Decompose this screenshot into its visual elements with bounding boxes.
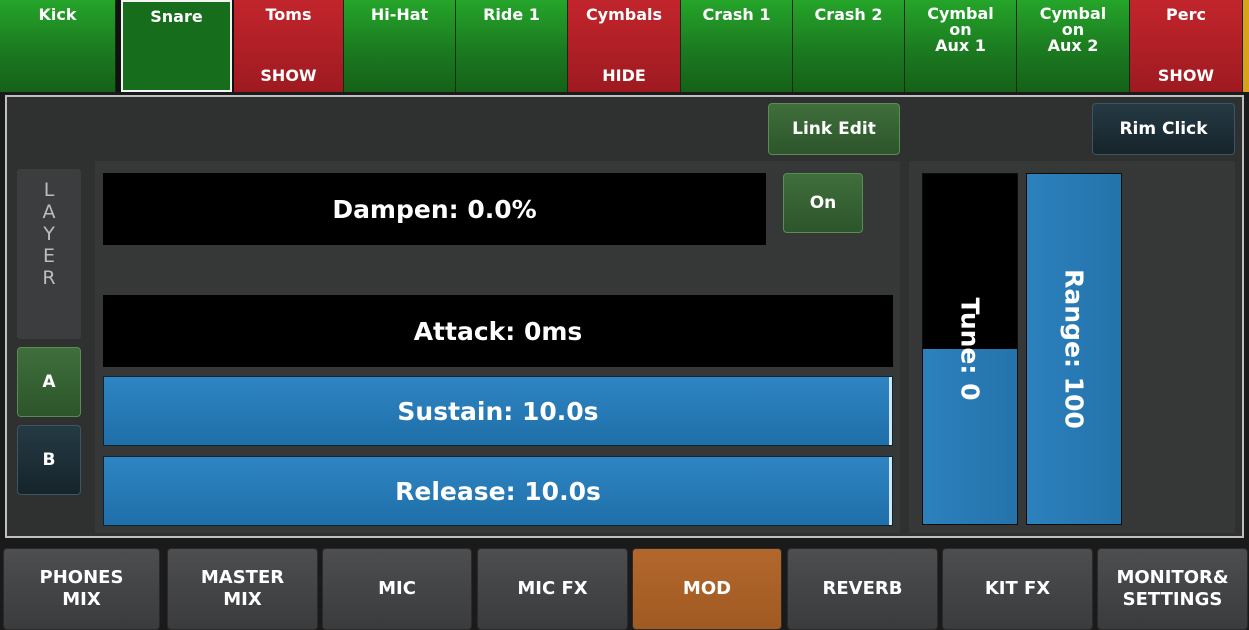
nav-label-line: MONITOR& (1116, 567, 1229, 588)
tab-edge-accent (1243, 0, 1249, 92)
sustain-value: Sustain: 10.0s (397, 396, 599, 426)
mod-editor-panel: Link Edit Rim Click L A Y E R A B Dampen… (5, 95, 1244, 538)
nav-label-line: MIC (378, 578, 416, 599)
tab-label: Hi-Hat (370, 5, 429, 24)
nav-label-line: PHONES (39, 567, 124, 588)
tab-status: SHOW (260, 66, 317, 85)
pitch-params: Tune: 0 Range: 100 (909, 161, 1235, 533)
nav-kit-fx[interactable]: KIT FX (942, 548, 1093, 630)
release-fader[interactable]: Release: 10.0s (103, 456, 893, 526)
nav-label-line: REVERB (822, 578, 903, 599)
tab-cymbal-aux-1[interactable]: Cymbal on Aux 1 (905, 0, 1017, 92)
attack-value: Attack: 0ms (413, 316, 583, 346)
layer-label: L A Y E R (17, 169, 81, 339)
layer-letter: L (43, 179, 55, 201)
tab-label: Crash 1 (702, 5, 771, 24)
tab-status: SHOW (1157, 66, 1215, 85)
tab-label: Kick (38, 5, 77, 24)
tab-crash-2[interactable]: Crash 2 (793, 0, 905, 92)
tab-crash-1[interactable]: Crash 1 (681, 0, 793, 92)
tab-perc[interactable]: Perc SHOW (1130, 0, 1243, 92)
link-edit-button[interactable]: Link Edit (768, 103, 900, 155)
tab-label: Ride 1 (483, 5, 540, 24)
layer-a-button[interactable]: A (17, 347, 81, 417)
layer-letter: R (42, 267, 56, 289)
nav-phones-mix[interactable]: PHONES MIX (3, 548, 160, 630)
nav-label-line: SETTINGS (1122, 589, 1223, 610)
tune-fader[interactable]: Tune: 0 (922, 173, 1018, 525)
nav-label-line: MIX (223, 589, 262, 610)
tab-cymbals[interactable]: Cymbals HIDE (568, 0, 681, 92)
tab-toms[interactable]: Toms SHOW (234, 0, 344, 92)
envelope-params: Dampen: 0.0% On Attack: 0ms Sustain: 10.… (95, 161, 900, 533)
tab-label: Cymbals (585, 5, 663, 24)
dampen-toggle-label: On (809, 193, 837, 213)
layer-letter: A (42, 201, 56, 223)
nav-label-line: MOD (682, 578, 732, 599)
nav-reverb[interactable]: REVERB (787, 548, 938, 630)
layer-letter: Y (43, 223, 55, 245)
tune-value: Tune: 0 (955, 297, 985, 401)
range-value: Range: 100 (1059, 269, 1089, 429)
tab-label: Crash 2 (814, 5, 883, 24)
tab-label-line: Aux 2 (1047, 36, 1099, 55)
nav-monitor-settings[interactable]: MONITOR& SETTINGS (1097, 548, 1248, 630)
tab-snare[interactable]: Snare (121, 0, 232, 92)
nav-mod[interactable]: MOD (632, 548, 782, 630)
sustain-fader[interactable]: Sustain: 10.0s (103, 376, 893, 446)
tab-label-line: Aux 1 (935, 36, 986, 55)
range-fader[interactable]: Range: 100 (1026, 173, 1122, 525)
layer-letter: E (42, 245, 55, 267)
nav-label-line: MIC FX (517, 578, 588, 599)
tab-ride-1[interactable]: Ride 1 (456, 0, 568, 92)
tab-hi-hat[interactable]: Hi-Hat (344, 0, 456, 92)
tab-label: Perc (1166, 5, 1206, 24)
layer-b-button[interactable]: B (17, 425, 81, 495)
tab-label: Toms (265, 5, 312, 24)
layer-b-label: B (42, 450, 56, 470)
attack-fader[interactable]: Attack: 0ms (103, 295, 893, 367)
nav-label-line: KIT FX (984, 578, 1051, 599)
nav-master-mix[interactable]: MASTER MIX (167, 548, 318, 630)
dampen-control[interactable]: Dampen: 0.0% (103, 173, 766, 245)
tab-kick[interactable]: Kick (0, 0, 116, 92)
layer-a-label: A (42, 372, 56, 392)
tab-label: Snare (150, 7, 203, 26)
bottom-nav: PHONES MIX MASTER MIX MIC MIC FX MOD REVER… (0, 545, 1249, 630)
release-value: Release: 10.0s (395, 476, 601, 506)
nav-label-line: MIX (62, 589, 101, 610)
tab-status: HIDE (602, 66, 646, 85)
tab-cymbal-aux-2[interactable]: Cymbal on Aux 2 (1017, 0, 1130, 92)
link-edit-label: Link Edit (792, 119, 876, 139)
nav-mic-fx[interactable]: MIC FX (477, 548, 628, 630)
nav-label-line: MASTER (200, 567, 285, 588)
rim-click-label: Rim Click (1119, 119, 1208, 139)
rim-click-button[interactable]: Rim Click (1092, 103, 1235, 155)
nav-mic[interactable]: MIC (322, 548, 472, 630)
dampen-value: Dampen: 0.0% (332, 194, 537, 224)
dampen-toggle-button[interactable]: On (783, 173, 863, 233)
kit-tab-bar: Kick Snare Toms SHOW Hi-Hat Ride 1 Cymba… (0, 0, 1249, 92)
